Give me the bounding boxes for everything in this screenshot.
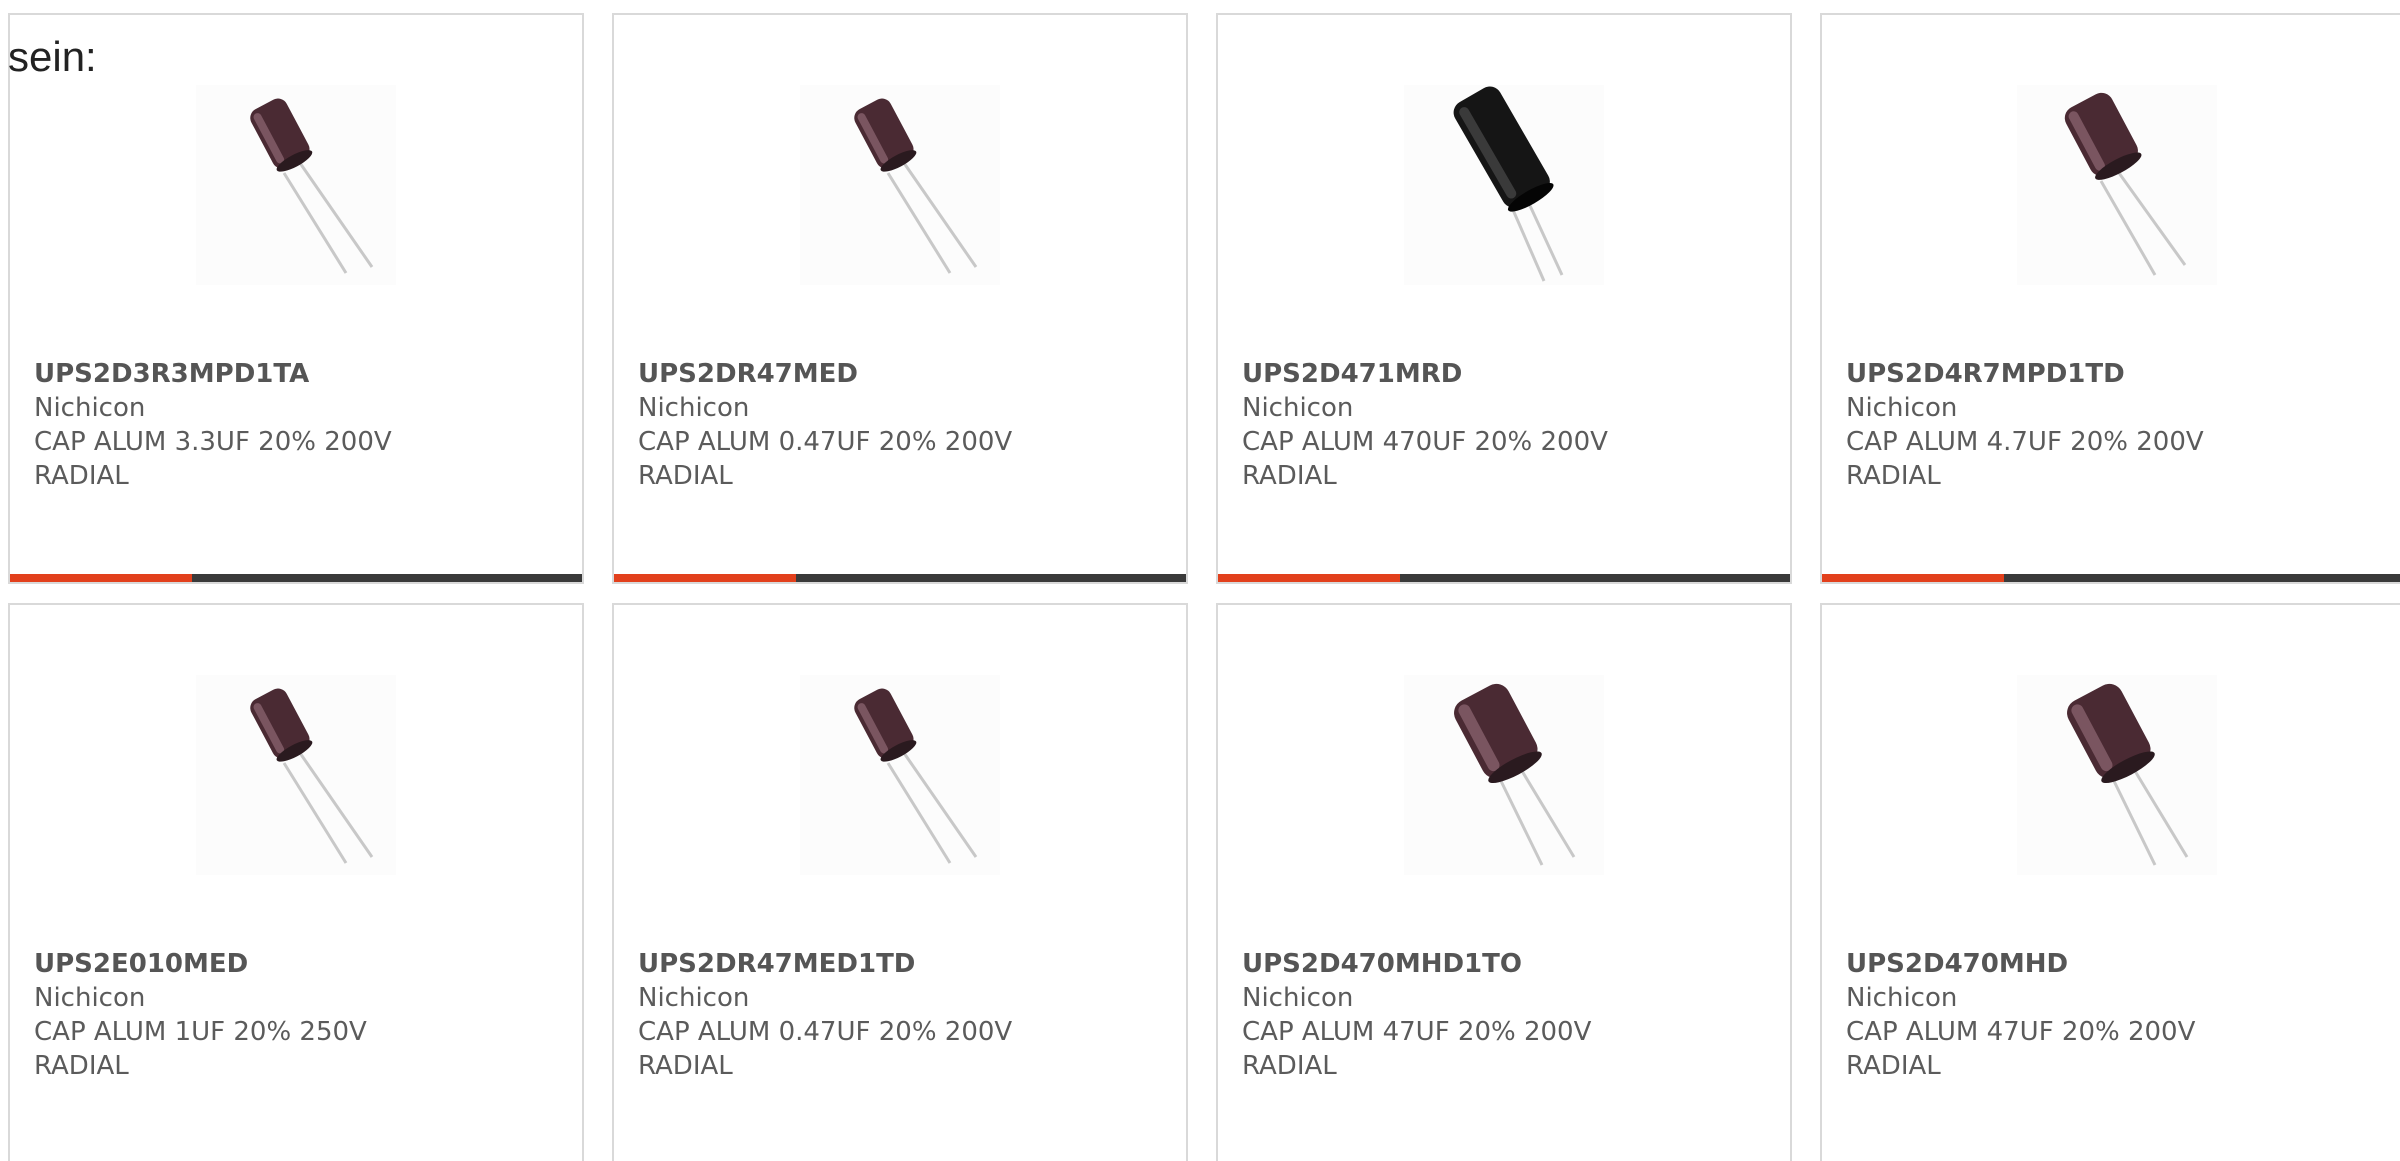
card-footer-bar — [1218, 574, 1790, 582]
part-number[interactable]: UPS2DR47MED1TD — [638, 947, 1012, 981]
manufacturer: Nichicon — [34, 393, 146, 423]
manufacturer: Nichicon — [1846, 983, 1958, 1013]
card-footer-bar — [1822, 574, 2400, 582]
product-grid: UPS2D3R3MPD1TA Nichicon CAP ALUM 3.3UF 2… — [0, 0, 2400, 1161]
part-number[interactable]: UPS2E010MED — [34, 947, 367, 981]
description-package: RADIAL — [1846, 1051, 1941, 1081]
capacitor-image[interactable] — [196, 675, 396, 875]
capacitor-image[interactable] — [2017, 675, 2217, 875]
manufacturer: Nichicon — [34, 983, 146, 1013]
description-package: RADIAL — [1242, 1051, 1337, 1081]
description: CAP ALUM 3.3UF 20% 200V — [34, 427, 392, 457]
description: CAP ALUM 0.47UF 20% 200V — [638, 1017, 1013, 1047]
product-card[interactable]: UPS2D3R3MPD1TA Nichicon CAP ALUM 3.3UF 2… — [8, 13, 584, 584]
description-package: RADIAL — [34, 461, 129, 491]
description: CAP ALUM 47UF 20% 200V — [1846, 1017, 2196, 1047]
manufacturer: Nichicon — [1846, 393, 1958, 423]
product-card[interactable]: UPS2D470MHD1TO Nichicon CAP ALUM 47UF 20… — [1216, 603, 1792, 1161]
capacitor-image[interactable] — [800, 85, 1000, 285]
manufacturer: Nichicon — [1242, 983, 1354, 1013]
description: CAP ALUM 470UF 20% 200V — [1242, 427, 1608, 457]
description: CAP ALUM 0.47UF 20% 200V — [638, 427, 1013, 457]
part-number[interactable]: UPS2D3R3MPD1TA — [34, 357, 392, 391]
description-package: RADIAL — [1242, 461, 1337, 491]
capacitor-image[interactable] — [196, 85, 396, 285]
description-package: RADIAL — [638, 461, 733, 491]
card-accent-bar — [614, 574, 796, 582]
product-card[interactable]: UPS2DR47MED1TD Nichicon CAP ALUM 0.47UF … — [612, 603, 1188, 1161]
card-accent-bar — [1822, 574, 2004, 582]
part-number[interactable]: UPS2D471MRD — [1242, 357, 1608, 391]
product-card[interactable]: UPS2D471MRD Nichicon CAP ALUM 470UF 20% … — [1216, 13, 1792, 584]
product-card[interactable]: UPS2D4R7MPD1TD Nichicon CAP ALUM 4.7UF 2… — [1820, 13, 2400, 584]
description-package: RADIAL — [34, 1051, 129, 1081]
product-info: UPS2D471MRD Nichicon CAP ALUM 470UF 20% … — [1242, 357, 1608, 493]
product-info: UPS2D470MHD Nichicon CAP ALUM 47UF 20% 2… — [1846, 947, 2195, 1083]
description-package: RADIAL — [1846, 461, 1941, 491]
product-info: UPS2DR47MED1TD Nichicon CAP ALUM 0.47UF … — [638, 947, 1012, 1083]
part-number[interactable]: UPS2D470MHD1TO — [1242, 947, 1591, 981]
capacitor-image[interactable] — [1404, 85, 1604, 285]
description: CAP ALUM 4.7UF 20% 200V — [1846, 427, 2204, 457]
capacitor-image[interactable] — [2017, 85, 2217, 285]
part-number[interactable]: UPS2DR47MED — [638, 357, 1012, 391]
intro-text: sein: — [8, 33, 97, 80]
card-footer-bar — [10, 574, 582, 582]
part-number[interactable]: UPS2D4R7MPD1TD — [1846, 357, 2204, 391]
description: CAP ALUM 47UF 20% 200V — [1242, 1017, 1592, 1047]
product-info: UPS2E010MED Nichicon CAP ALUM 1UF 20% 25… — [34, 947, 367, 1083]
description-package: RADIAL — [638, 1051, 733, 1081]
manufacturer: Nichicon — [1242, 393, 1354, 423]
manufacturer: Nichicon — [638, 983, 750, 1013]
card-accent-bar — [1218, 574, 1400, 582]
description: CAP ALUM 1UF 20% 250V — [34, 1017, 367, 1047]
card-accent-bar — [10, 574, 192, 582]
product-info: UPS2D3R3MPD1TA Nichicon CAP ALUM 3.3UF 2… — [34, 357, 392, 493]
part-number[interactable]: UPS2D470MHD — [1846, 947, 2195, 981]
capacitor-image[interactable] — [1404, 675, 1604, 875]
product-info: UPS2D470MHD1TO Nichicon CAP ALUM 47UF 20… — [1242, 947, 1591, 1083]
manufacturer: Nichicon — [638, 393, 750, 423]
product-card[interactable]: UPS2D470MHD Nichicon CAP ALUM 47UF 20% 2… — [1820, 603, 2400, 1161]
card-footer-bar — [614, 574, 1186, 582]
product-info: UPS2D4R7MPD1TD Nichicon CAP ALUM 4.7UF 2… — [1846, 357, 2204, 493]
capacitor-image[interactable] — [800, 675, 1000, 875]
product-card[interactable]: UPS2DR47MED Nichicon CAP ALUM 0.47UF 20%… — [612, 13, 1188, 584]
product-info: UPS2DR47MED Nichicon CAP ALUM 0.47UF 20%… — [638, 357, 1012, 493]
product-card[interactable]: UPS2E010MED Nichicon CAP ALUM 1UF 20% 25… — [8, 603, 584, 1161]
